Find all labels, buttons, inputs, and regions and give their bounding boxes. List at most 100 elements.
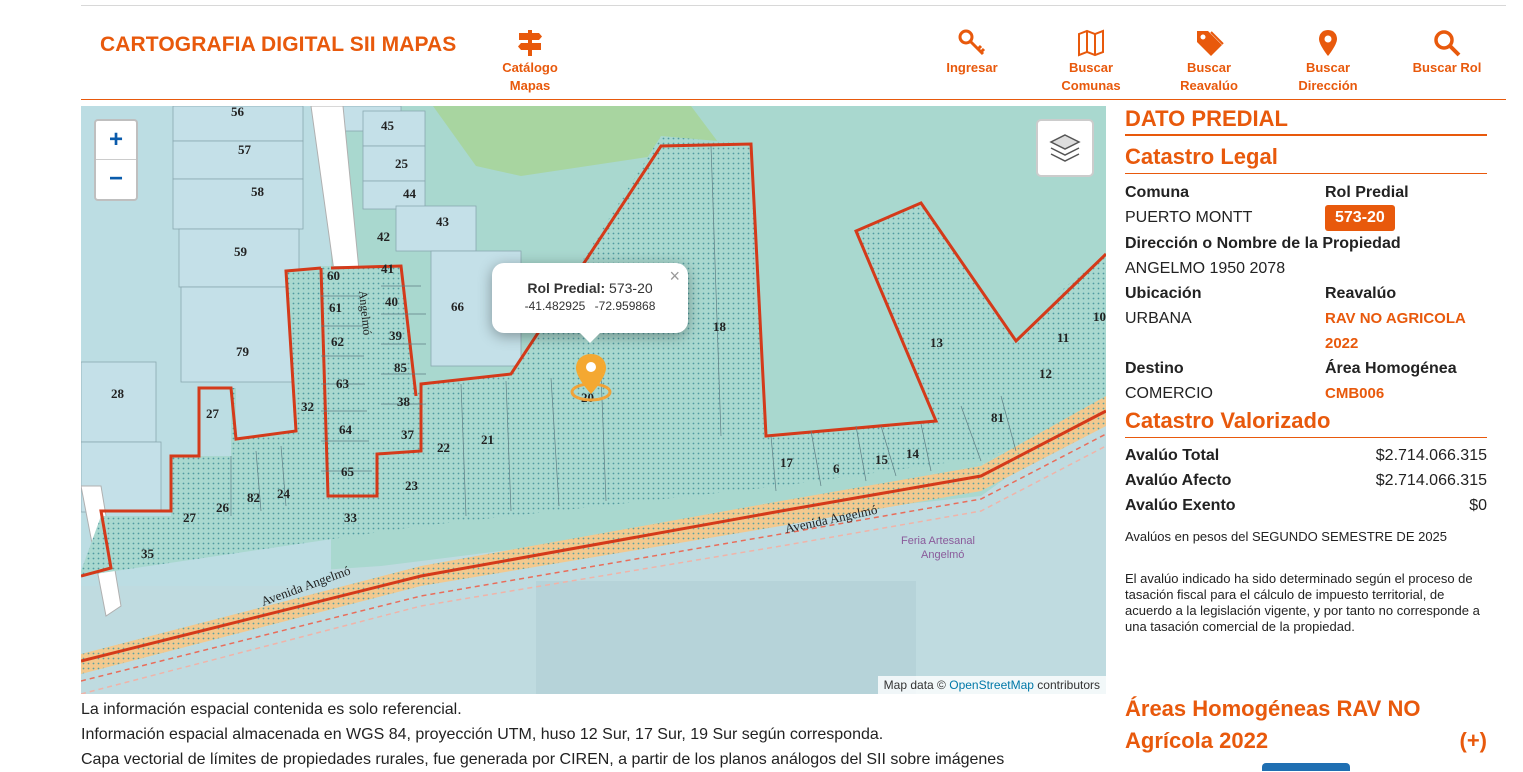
lot-number: 15 [875,452,889,467]
note-line: Información espacial almacenada en WGS 8… [81,726,884,743]
lot-number: 24 [277,486,291,501]
legal-heading: Catastro Legal [1125,144,1487,174]
note-line: La información espacial contenida es sol… [81,701,462,718]
avaluo-exento-row: Avalúo Exento $0 [1125,497,1487,514]
popup-close-button[interactable]: × [669,266,680,287]
search-rol-button[interactable]: Buscar Rol [1406,28,1488,77]
destino-value: COMERCIO [1125,385,1213,402]
search-icon [1434,30,1461,57]
note-line: Capa vectorial de límites de propiedades… [81,751,1005,768]
lot-number: 66 [451,299,465,314]
top-divider [81,5,1506,6]
tag-icon [1197,31,1224,56]
osm-link[interactable]: OpenStreetMap [949,678,1034,692]
key-icon [958,29,986,56]
lot-number: 59 [234,244,248,259]
catalog-maps-button[interactable]: Catálogo Mapas [500,28,560,95]
search-reappraisal-button[interactable]: Buscar Reavalúo [1176,28,1242,95]
lot-number: 58 [251,184,265,199]
site-title[interactable]: CARTOGRAFIA DIGITAL SII MAPAS [100,33,456,57]
lot-number: 28 [111,386,125,401]
panel-title: DATO PREDIAL [1125,106,1487,136]
lot-number: 44 [403,186,417,201]
comuna-value: PUERTO MONTT [1125,209,1253,226]
area-link[interactable]: CMB006 [1325,381,1487,406]
lot-number: 32 [301,399,314,414]
lot-number: 17 [780,455,794,470]
poi-label-feria: Feria Artesanal [901,535,975,547]
lot-number: 39 [389,328,403,343]
lot-number: 13 [930,335,944,350]
poi-label-angelmo: Angelmó [921,549,964,561]
parcel-popup: × Rol Predial: 573-20 -41.482925 -72.959… [492,263,688,343]
search-address-button[interactable]: Buscar Dirección [1294,28,1362,95]
ubicacion-label: Ubicación [1125,285,1202,302]
login-button[interactable]: Ingresar [942,28,1002,77]
popup-rol: 573-20 [609,280,653,296]
layers-icon [1049,134,1081,162]
areas-homogeneas-heading[interactable]: Áreas Homogéneas RAV NO Agrícola 2022 (+… [1125,693,1487,757]
valuation-disclaimer: El avalúo indicado ha sido determinado s… [1125,571,1480,634]
valuation-period-note: Avalúos en pesos del SEGUNDO SEMESTRE DE… [1125,529,1448,544]
lot-number: 22 [437,440,450,455]
lot-number: 33 [344,510,358,525]
lot-number: 85 [394,360,408,375]
lot-number: 38 [397,394,411,409]
lot-number: 63 [336,376,350,391]
map-view[interactable]: Angelmó Avenida Angelmó Avenida Angelmó … [81,106,1106,694]
search-communes-button[interactable]: Buscar Comunas [1058,28,1124,95]
lot-number: 18 [713,319,727,334]
lot-number: 26 [216,500,230,515]
valorizado-rows: Avalúo Total $2.714.066.315 Avalúo Afecto… [1125,443,1487,518]
popup-coordinates: -41.482925 -72.959868 [524,299,656,313]
lot-number: 37 [401,427,415,442]
lot-number: 27 [183,510,197,525]
lot-number: 57 [238,142,252,157]
lot-number: 79 [236,344,250,359]
lot-number: 82 [247,490,260,505]
lot-number: 81 [991,410,1004,425]
map-icon [1078,29,1104,57]
expand-toggle[interactable]: (+) [1460,725,1488,757]
lot-number: 60 [327,268,340,283]
header-divider [81,99,1506,100]
lot-number: 62 [331,334,344,349]
lot-number: 10 [1093,309,1106,324]
avaluo-total-row: Avalúo Total $2.714.066.315 [1125,447,1487,464]
lot-number: 42 [377,229,390,244]
signpost-icon [518,30,542,56]
lot-number: 41 [381,261,394,276]
direccion-label: Dirección o Nombre de la Propiedad [1125,235,1401,252]
lot-number: 25 [395,156,409,171]
lot-number: 12 [1039,366,1052,381]
lot-number: 11 [1057,330,1069,345]
lot-number: 64 [339,422,353,437]
layer-switcher-button[interactable] [1036,119,1094,177]
lot-number: 43 [436,214,450,229]
lot-number: 65 [341,464,355,479]
reavaluo-label: Reavalúo [1325,285,1397,302]
lot-number: 21 [481,432,494,447]
property-panel: DATO PREDIAL Catastro Legal Comuna Rol P… [1125,106,1487,635]
destino-label: Destino [1125,360,1184,377]
reavaluo-link[interactable]: RAV NO AGRICOLA 2022 [1325,306,1485,356]
zoom-out-button[interactable]: − [96,159,136,198]
popup-title: Rol Predial: 573-20 [527,280,653,296]
lot-number: 56 [231,106,245,119]
comuna-label: Comuna [1125,184,1189,201]
blue-button-edge[interactable] [1262,763,1350,771]
rol-badge: 573-20 [1325,205,1395,231]
map-notes: La información espacial contenida es sol… [81,697,1004,772]
lot-number: 23 [405,478,419,493]
legal-grid: Comuna Rol Predial PUERTO MONTT 573-20 [1125,180,1487,231]
zoom-control: + − [94,119,138,201]
area-label: Área Homogénea [1325,360,1457,377]
lot-number: 35 [141,546,155,561]
rol-label: Rol Predial [1325,184,1409,201]
avaluo-afecto-row: Avalúo Afecto $2.714.066.315 [1125,472,1487,489]
valorizado-heading: Catastro Valorizado [1125,408,1487,438]
lot-number: 45 [381,118,395,133]
map-canvas[interactable]: Angelmó Avenida Angelmó Avenida Angelmó … [81,106,1106,694]
lot-number: 6 [833,461,840,476]
zoom-in-button[interactable]: + [96,121,136,159]
